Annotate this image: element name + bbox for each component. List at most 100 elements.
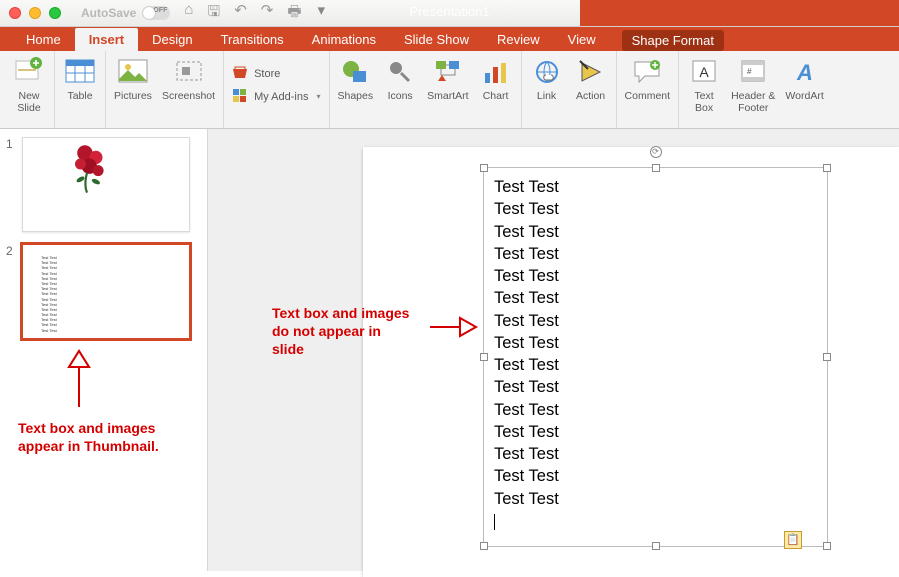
tab-shape-format[interactable]: Shape Format [622,30,724,51]
tab-review[interactable]: Review [483,28,554,51]
thumbnail-number: 2 [6,244,16,339]
tab-slideshow[interactable]: Slide Show [390,28,483,51]
thumbnail-slide-2[interactable]: 2 Test TestTest TestTest TestTest TestTe… [6,244,201,339]
ribbon-group-illustrations: Shapes Icons SmartArt Chart [330,51,522,128]
comment-icon [630,55,664,89]
ribbon-tabstrip: Home Insert Design Transitions Animation… [0,27,899,51]
thumbnail-slide-1[interactable]: 1 [6,137,201,232]
thumbnail-preview: Test TestTest TestTest TestTest TestTest… [22,244,190,339]
text-line: Test Test [494,376,817,398]
comment-label: Comment [625,91,671,103]
ribbon-group-images: Pictures Screenshot [106,51,224,128]
text-line: Test Test [494,198,817,220]
screenshot-label: Screenshot [162,91,215,103]
resize-handle-ml[interactable] [480,353,488,361]
rotate-handle-icon[interactable]: ⟳ [650,146,662,158]
store-label: Store [254,68,280,80]
resize-handle-bm[interactable] [652,542,660,550]
quick-access-toolbar: ⌂ 🖫 ↶ ↷ 🖶 ▾ [184,1,325,26]
icons-button[interactable]: Icons [383,55,417,103]
wordart-button[interactable]: A WordArt [785,55,823,103]
text-line: Test Test [494,221,817,243]
action-button[interactable]: Action [574,55,608,103]
text-line: Test Test [494,465,817,487]
text-line: Test Test [494,332,817,354]
new-slide-button[interactable]: New Slide [12,55,46,114]
new-slide-icon [12,55,46,89]
icons-label: Icons [388,91,413,103]
ribbon-group-tables: Table [55,51,106,128]
store-icon [232,65,248,82]
undo-icon[interactable]: ↶ [234,1,247,26]
pictures-button[interactable]: Pictures [114,55,152,103]
print-icon[interactable]: 🖶 [287,1,301,26]
smartart-icon [431,55,465,89]
shapes-label: Shapes [338,91,374,103]
resize-handle-br[interactable] [823,542,831,550]
store-button[interactable]: Store [232,65,320,82]
addins-icon [232,88,248,105]
window-titlebar: AutoSave OFF ⌂ 🖫 ↶ ↷ 🖶 ▾ Presentation1 [0,0,899,27]
svg-text:#: # [747,67,752,76]
document-title: Presentation1 [409,4,489,19]
zoom-window-button[interactable] [49,7,61,19]
resize-handle-tl[interactable] [480,164,488,172]
my-addins-button[interactable]: My Add-ins▾ [232,88,320,105]
new-slide-label: New Slide [17,91,40,114]
redo-icon[interactable]: ↷ [261,1,274,26]
resize-handle-tr[interactable] [823,164,831,172]
chart-label: Chart [483,91,509,103]
text-line: Test Test [494,176,817,198]
annotation-arrow-up-icon [64,349,94,409]
smartart-button[interactable]: SmartArt [427,55,468,103]
text-line: Test Test [494,265,817,287]
comment-button[interactable]: Comment [625,55,671,103]
action-icon [574,55,608,89]
chart-button[interactable]: Chart [479,55,513,103]
text-box-button[interactable]: A Text Box [687,55,721,114]
header-footer-label: Header & Footer [731,91,775,114]
text-line: Test Test [494,354,817,376]
tab-animations[interactable]: Animations [298,28,390,51]
pictures-label: Pictures [114,91,152,103]
tab-transitions[interactable]: Transitions [207,28,298,51]
tab-home[interactable]: Home [12,28,75,51]
annotation-slide-note: Text box and images do not appear in sli… [272,304,409,359]
thumbnail-preview [22,137,190,232]
header-footer-button[interactable]: # Header & Footer [731,55,775,114]
resize-handle-mr[interactable] [823,353,831,361]
roses-image-icon [69,142,114,197]
autosave-toggle[interactable]: OFF [142,6,170,20]
header-footer-icon: # [736,55,770,89]
link-label: Link [537,91,556,103]
screenshot-button[interactable]: Screenshot [162,55,215,103]
text-line: Test Test [494,399,817,421]
home-icon[interactable]: ⌂ [184,1,193,26]
link-button[interactable]: Link [530,55,564,103]
tab-design[interactable]: Design [138,28,206,51]
tab-insert[interactable]: Insert [75,28,138,51]
slide-thumbnail-pane: 1 2 Test TestTest TestTest TestTest Test… [0,129,208,571]
save-icon[interactable]: 🖫 [207,1,220,26]
qat-more-icon[interactable]: ▾ [318,1,326,26]
action-label: Action [576,91,605,103]
ribbon-group-comments: Comment [617,51,680,128]
text-box-selection[interactable]: ⟳ Test TestTest TestTest TestTest TestTe… [483,167,828,547]
shapes-button[interactable]: Shapes [338,55,374,103]
slide-canvas: ⟳ Test TestTest TestTest TestTest TestTe… [208,129,899,571]
wordart-icon: A [788,55,822,89]
text-cursor [494,514,495,530]
minimize-window-button[interactable] [29,7,41,19]
ribbon-group-slides: New Slide [4,51,55,128]
text-line: Test Test [494,243,817,265]
text-box-content[interactable]: Test TestTest TestTest TestTest TestTest… [484,168,827,540]
resize-handle-bl[interactable] [480,542,488,550]
paste-options-button[interactable]: 📋 [784,531,802,549]
tab-view[interactable]: View [554,28,610,51]
text-line: Test Test [494,443,817,465]
autosave-control[interactable]: AutoSave OFF [81,6,170,20]
close-window-button[interactable] [9,7,21,19]
resize-handle-tm[interactable] [652,164,660,172]
ribbon: New Slide Table Pictures Screenshot [0,51,899,129]
table-button[interactable]: Table [63,55,97,103]
